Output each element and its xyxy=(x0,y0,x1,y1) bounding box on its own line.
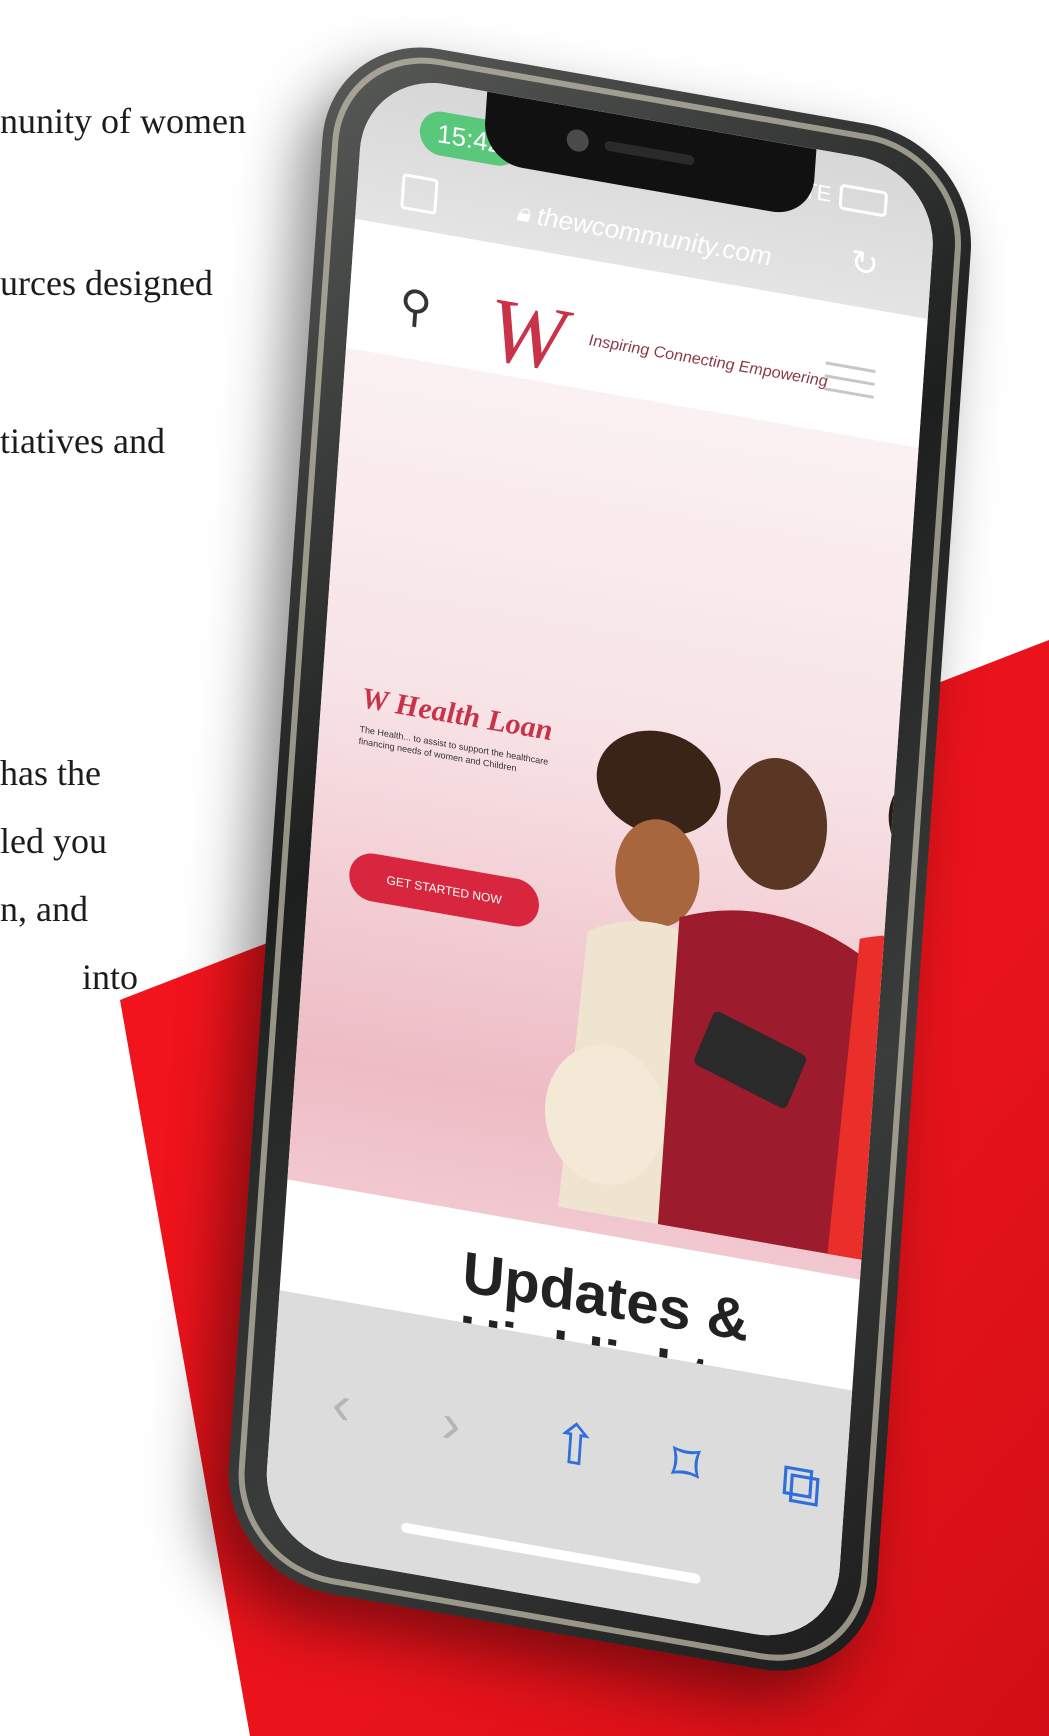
home-indicator[interactable] xyxy=(400,1522,701,1585)
get-started-button[interactable]: GET STARTED NOW xyxy=(347,849,541,931)
phone-body: 15:42 ▮▮ LTE 🔒︎ thewcommunity.com ↻ ⚲ xyxy=(221,30,979,1689)
reload-icon[interactable]: ↻ xyxy=(849,242,880,287)
lock-icon: 🔒︎ xyxy=(515,196,539,230)
share-icon[interactable]: ⇧ xyxy=(549,1408,601,1482)
bookmarks-icon[interactable]: ⌑ xyxy=(669,1429,702,1499)
hamburger-icon[interactable] xyxy=(823,361,876,408)
battery-icon xyxy=(838,183,889,218)
tabs-icon[interactable]: ⧉ xyxy=(779,1449,824,1522)
site-tagline: Inspiring Connecting Empowering xyxy=(588,332,829,391)
hero-banner: W Health Loan The Health... to assist to… xyxy=(266,347,939,1577)
camera-icon xyxy=(565,127,590,154)
speaker-grille xyxy=(604,140,695,166)
back-icon[interactable]: ‹ xyxy=(330,1370,353,1438)
forward-icon[interactable]: › xyxy=(440,1389,463,1457)
phone-screen: 15:42 ▮▮ LTE 🔒︎ thewcommunity.com ↻ ⚲ xyxy=(261,70,939,1648)
phone-mockup: 15:42 ▮▮ LTE 🔒︎ thewcommunity.com ↻ ⚲ xyxy=(0,0,1049,1736)
search-icon[interactable]: ⚲ xyxy=(398,279,434,335)
